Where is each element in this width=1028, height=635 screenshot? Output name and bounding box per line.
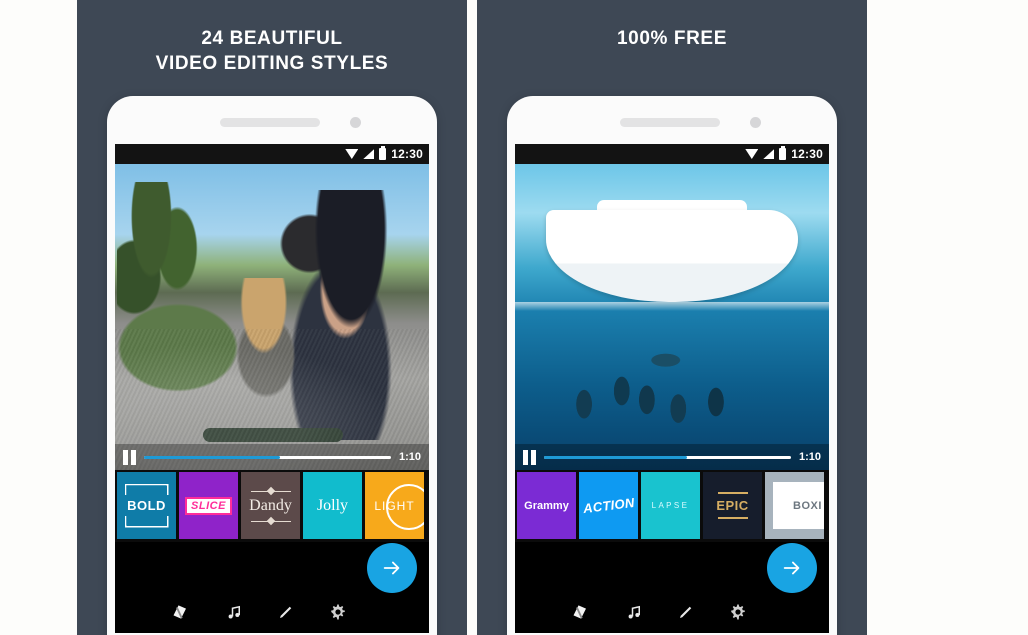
progress-track[interactable] bbox=[544, 455, 791, 459]
video-waterline bbox=[515, 302, 829, 311]
front-camera-icon bbox=[350, 117, 361, 128]
style-tile-slice[interactable]: SLICE bbox=[179, 472, 238, 539]
video-preview-left[interactable]: 1:10 bbox=[115, 164, 429, 470]
ornament-icon bbox=[250, 521, 291, 522]
style-label: Grammy bbox=[524, 499, 569, 512]
video-foliage bbox=[117, 182, 203, 372]
progress-track[interactable] bbox=[144, 455, 391, 459]
style-strip-right[interactable]: Grammy ACTION LAPSE EPIC BOXI bbox=[515, 470, 829, 542]
styles-icon[interactable] bbox=[571, 602, 591, 622]
style-tile-boxi[interactable]: BOXI bbox=[765, 472, 824, 539]
music-icon[interactable] bbox=[225, 603, 243, 621]
bottom-nav-right[interactable] bbox=[515, 591, 829, 633]
battery-icon bbox=[379, 146, 387, 160]
signal-icon bbox=[363, 149, 375, 159]
progress-fill bbox=[144, 455, 280, 459]
style-tile-jolly[interactable]: Jolly bbox=[303, 472, 362, 539]
arrow-right-icon bbox=[783, 561, 800, 575]
music-icon[interactable] bbox=[625, 603, 643, 621]
style-tile-lapse[interactable]: LAPSE bbox=[641, 472, 700, 539]
battery-icon bbox=[779, 146, 787, 160]
status-bar-right: 12:30 bbox=[515, 144, 829, 164]
phone-mockup-right: 12:30 1:10 Grammy ACTION LAPSE EPIC BOXI bbox=[507, 96, 837, 635]
phone-mockup-left: 12:30 1:10 BOLD SLICE Dandy Jolly LIGHT bbox=[107, 96, 437, 635]
next-fab-button[interactable] bbox=[367, 543, 417, 593]
next-fab-button[interactable] bbox=[767, 543, 817, 593]
style-label: Jolly bbox=[316, 496, 349, 514]
boxi-card: BOXI bbox=[773, 482, 824, 529]
headline-left: 24 BEAUTIFUL VIDEO EDITING STYLES bbox=[77, 26, 467, 76]
progress-fill bbox=[544, 455, 688, 459]
video-subject-child bbox=[211, 278, 321, 428]
phone-screen-left: 12:30 1:10 BOLD SLICE Dandy Jolly LIGHT bbox=[115, 144, 429, 633]
style-tile-dandy[interactable]: Dandy bbox=[241, 472, 300, 539]
style-tile-action[interactable]: ACTION bbox=[579, 472, 638, 539]
video-frame-yacht-snorkeling bbox=[515, 164, 829, 470]
headline-line-2: VIDEO EDITING STYLES bbox=[155, 53, 389, 74]
bottom-nav-left[interactable] bbox=[115, 591, 429, 633]
edit-icon[interactable] bbox=[277, 603, 295, 621]
player-controls-left: 1:10 bbox=[115, 444, 429, 470]
front-camera-icon bbox=[750, 117, 761, 128]
duration-label: 1:10 bbox=[798, 451, 821, 463]
style-label: EPIC bbox=[716, 498, 749, 513]
style-label: LAPSE bbox=[651, 501, 690, 510]
style-label: BOXI bbox=[793, 499, 822, 512]
pause-button[interactable] bbox=[123, 449, 136, 465]
signal-icon bbox=[763, 149, 775, 159]
ornament-icon bbox=[250, 491, 291, 492]
style-label: SLICE bbox=[185, 496, 232, 515]
promo-panel-right: 100% FREE 12:30 1:10 Grammy ACTION LAPSE… bbox=[477, 0, 867, 635]
duration-label: 1:10 bbox=[398, 451, 421, 463]
player-controls-right: 1:10 bbox=[515, 444, 829, 470]
style-label: ACTION bbox=[581, 494, 636, 517]
status-time: 12:30 bbox=[391, 147, 423, 161]
earpiece-speaker bbox=[620, 118, 720, 127]
video-frame-skateboarding bbox=[115, 164, 429, 470]
style-tile-bold[interactable]: BOLD bbox=[117, 472, 176, 539]
status-bar-left: 12:30 bbox=[115, 144, 429, 164]
arrow-right-icon bbox=[383, 561, 400, 575]
wifi-icon bbox=[745, 149, 759, 159]
earpiece-speaker bbox=[220, 118, 320, 127]
headline-line-1: 24 BEAUTIFUL bbox=[201, 28, 343, 49]
style-tile-light[interactable]: LIGHT bbox=[365, 472, 424, 539]
rule-line-icon bbox=[717, 492, 748, 494]
video-preview-right[interactable]: 1:10 bbox=[515, 164, 829, 470]
rule-line-icon bbox=[717, 517, 748, 519]
screenshot-stage: 24 BEAUTIFUL VIDEO EDITING STYLES 12:30 bbox=[0, 0, 1028, 635]
video-skateboard bbox=[203, 428, 343, 442]
wifi-icon bbox=[345, 149, 359, 159]
video-yacht-hull bbox=[546, 210, 798, 302]
promo-panel-left: 24 BEAUTIFUL VIDEO EDITING STYLES 12:30 bbox=[77, 0, 467, 635]
settings-icon[interactable] bbox=[329, 603, 347, 621]
phone-screen-right: 12:30 1:10 Grammy ACTION LAPSE EPIC BOXI bbox=[515, 144, 829, 633]
headline-right: 100% FREE bbox=[477, 26, 867, 51]
edit-icon[interactable] bbox=[677, 603, 695, 621]
headline-line-1: 100% FREE bbox=[617, 28, 727, 49]
video-swimmers bbox=[515, 336, 829, 446]
settings-icon[interactable] bbox=[729, 603, 747, 621]
pause-button[interactable] bbox=[523, 449, 536, 465]
status-time: 12:30 bbox=[791, 147, 823, 161]
style-label: BOLD bbox=[127, 498, 166, 513]
style-strip-left[interactable]: BOLD SLICE Dandy Jolly LIGHT bbox=[115, 470, 429, 542]
styles-icon[interactable] bbox=[171, 602, 191, 622]
style-tile-grammy[interactable]: Grammy bbox=[517, 472, 576, 539]
style-tile-epic[interactable]: EPIC bbox=[703, 472, 762, 539]
style-label: Dandy bbox=[249, 496, 292, 514]
style-label: LIGHT bbox=[374, 498, 415, 513]
